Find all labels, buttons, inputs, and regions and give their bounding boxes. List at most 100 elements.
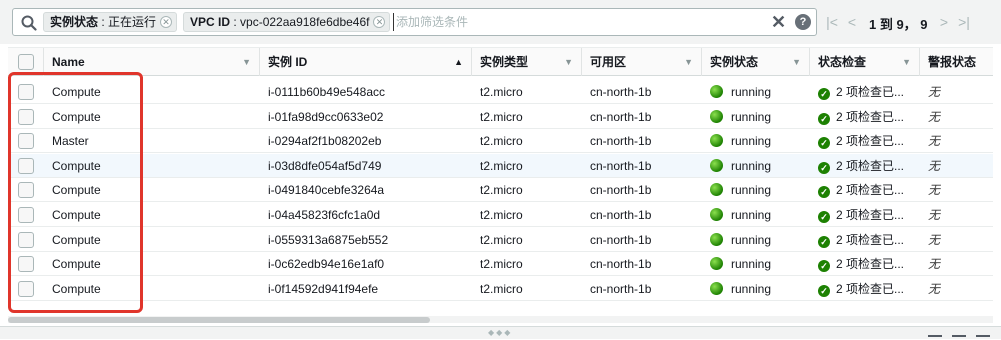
table-row[interactable]: Compute i-01fa98d9cc0633e02 t2.micro cn-nor… xyxy=(8,104,993,129)
column-header-availability-zone[interactable]: 可用区 ▼ xyxy=(582,48,702,76)
last-page-icon[interactable]: >| xyxy=(957,13,971,31)
row-checkbox[interactable] xyxy=(18,256,34,273)
table-row[interactable]: Compute i-0491840cebfe3264a t2.micro cn-nor… xyxy=(8,178,993,203)
alarm-status: 无 xyxy=(928,109,941,124)
check-passed-icon: ✓ xyxy=(818,137,830,150)
scrollbar-thumb[interactable] xyxy=(8,317,430,323)
column-header-label: Name xyxy=(52,55,85,69)
status-check[interactable]: ✓ 2 项检查已... xyxy=(810,277,920,301)
alarm-status: 无 xyxy=(928,208,941,222)
status-check[interactable]: ✓ 2 项检查已... xyxy=(810,178,920,202)
instance-state-label: running xyxy=(731,134,772,149)
table-row[interactable]: Compute i-0111b60b49e548acc t2.micro cn-nor… xyxy=(8,80,993,104)
table-row[interactable]: Compute i-0559313a6875eb552 t2.micro cn-nor… xyxy=(8,227,993,252)
table-row[interactable]: Compute i-03d8dfe054af5d749 t2.micro cn-nor… xyxy=(8,153,993,178)
add-filter-input[interactable] xyxy=(393,13,753,31)
column-header-alarm-status[interactable]: 警报状态 xyxy=(920,48,993,76)
check-passed-icon: ✓ xyxy=(818,186,830,199)
availability-zone: cn-north-1b xyxy=(590,85,652,99)
status-check[interactable]: ✓ 2 项检查已... xyxy=(810,80,920,104)
view-toggle-icon[interactable] xyxy=(928,335,942,340)
row-checkbox[interactable] xyxy=(18,280,34,297)
availability-zone: cn-north-1b xyxy=(590,109,652,124)
instance-state-label: running xyxy=(731,232,772,247)
filter-search-box[interactable]: 实例状态 : 正在运行 ✕ VPC ID : vpc-022aa918fe6dbe… xyxy=(12,8,817,36)
check-passed-icon: ✓ xyxy=(818,88,830,100)
instance-type: t2.micro xyxy=(480,158,523,173)
running-status-icon xyxy=(710,183,723,197)
details-pane-divider[interactable]: ◆◆◆ xyxy=(0,326,1001,339)
running-status-icon xyxy=(710,158,723,172)
column-header-label: 警报状态 xyxy=(928,55,977,69)
column-header-instance-state[interactable]: 实例状态 ▼ xyxy=(702,48,810,76)
status-check[interactable]: ✓ 2 项检查已... xyxy=(810,252,920,276)
availability-zone: cn-north-1b xyxy=(590,208,652,222)
remove-token-icon[interactable]: ✕ xyxy=(373,16,386,28)
filter-bar: 实例状态 : 正在运行 ✕ VPC ID : vpc-022aa918fe6dbe… xyxy=(0,0,1001,44)
status-check[interactable]: ✓ 2 项检查已... xyxy=(810,154,920,178)
instance-id: i-04a45823f6cfc1a0d xyxy=(268,208,381,222)
view-toggle-icon[interactable] xyxy=(952,335,966,340)
instance-state: running xyxy=(702,203,810,227)
table-row[interactable]: Compute i-0c62edb94e16e1af0 t2.micro cn-nor… xyxy=(8,252,993,277)
column-header-instance-id[interactable]: 实例 ID ▲ xyxy=(260,48,472,76)
alarm-status: 无 xyxy=(928,257,941,272)
select-all-cell xyxy=(8,48,44,76)
row-checkbox[interactable] xyxy=(18,231,34,248)
running-status-icon xyxy=(710,232,723,246)
view-toggle-icon[interactable] xyxy=(976,335,990,340)
close-icon[interactable]: ✕ xyxy=(771,13,786,31)
instance-id: i-0491840cebfe3264a xyxy=(268,183,385,198)
instance-state: running xyxy=(702,154,810,178)
sort-caret-icon: ▼ xyxy=(792,57,801,67)
column-header-label: 实例状态 xyxy=(710,55,759,69)
instance-state: running xyxy=(702,277,810,301)
instance-state: running xyxy=(702,80,810,104)
availability-zone: cn-north-1b xyxy=(590,281,652,296)
row-select-cell xyxy=(8,178,44,202)
instance-name: Compute xyxy=(52,85,101,99)
table-row[interactable]: Master i-0294af2f1b08202eb t2.micro cn-nort… xyxy=(8,129,993,154)
row-checkbox[interactable] xyxy=(18,133,34,150)
instance-name: Compute xyxy=(52,183,101,198)
instance-name: Compute xyxy=(52,257,101,272)
availability-zone: cn-north-1b xyxy=(590,134,652,149)
select-all-checkbox[interactable] xyxy=(18,54,34,70)
instance-type: t2.micro xyxy=(480,281,523,296)
next-page-icon[interactable]: > xyxy=(937,13,951,31)
column-header-status-check[interactable]: 状态检查 ▼ xyxy=(810,48,920,76)
filter-token-key: 实例状态 xyxy=(50,15,99,29)
instance-state-label: running xyxy=(731,281,772,296)
row-select-cell xyxy=(8,80,44,104)
help-icon[interactable]: ? xyxy=(795,14,811,30)
filter-token-vpc-id[interactable]: VPC ID : vpc-022aa918fe6dbe46f ✕ xyxy=(183,12,391,32)
sort-caret-icon: ▼ xyxy=(242,57,251,67)
row-select-cell xyxy=(8,277,44,301)
column-header-instance-type[interactable]: 实例类型 ▼ xyxy=(472,48,582,76)
status-check-label: 2 项检查已... xyxy=(836,208,905,222)
prev-page-icon[interactable]: < xyxy=(845,13,859,31)
filter-token-key: VPC ID xyxy=(190,15,231,29)
first-page-icon[interactable]: |< xyxy=(825,13,839,31)
pagination-text: 1 到 9， 9 xyxy=(869,17,928,32)
alarm-status: 无 xyxy=(928,85,941,99)
sort-caret-icon: ▼ xyxy=(902,57,911,67)
filter-token-instance-state[interactable]: 实例状态 : 正在运行 ✕ xyxy=(43,12,178,32)
filter-token-value: 正在运行 xyxy=(108,15,157,29)
column-header-name[interactable]: Name ▼ xyxy=(44,48,260,76)
remove-token-icon[interactable]: ✕ xyxy=(160,16,173,28)
status-check[interactable]: ✓ 2 项检查已... xyxy=(810,105,920,129)
status-check[interactable]: ✓ 2 项检查已... xyxy=(810,228,920,252)
instance-state-label: running xyxy=(731,208,772,222)
row-checkbox[interactable] xyxy=(18,207,34,223)
row-checkbox[interactable] xyxy=(18,157,34,174)
row-checkbox[interactable] xyxy=(18,108,34,125)
table-row[interactable]: Compute i-04a45823f6cfc1a0d t2.micro cn-nor… xyxy=(8,203,993,227)
row-checkbox[interactable] xyxy=(18,182,34,199)
row-checkbox[interactable] xyxy=(18,84,34,100)
status-check[interactable]: ✓ 2 项检查已... xyxy=(810,203,920,227)
resize-grip-icon[interactable]: ◆◆◆ xyxy=(488,328,512,337)
table-row[interactable]: Compute i-0f14592d941f94efe t2.micro cn-nor… xyxy=(8,276,993,301)
status-check[interactable]: ✓ 2 项检查已... xyxy=(810,129,920,153)
instance-type: t2.micro xyxy=(480,257,523,272)
